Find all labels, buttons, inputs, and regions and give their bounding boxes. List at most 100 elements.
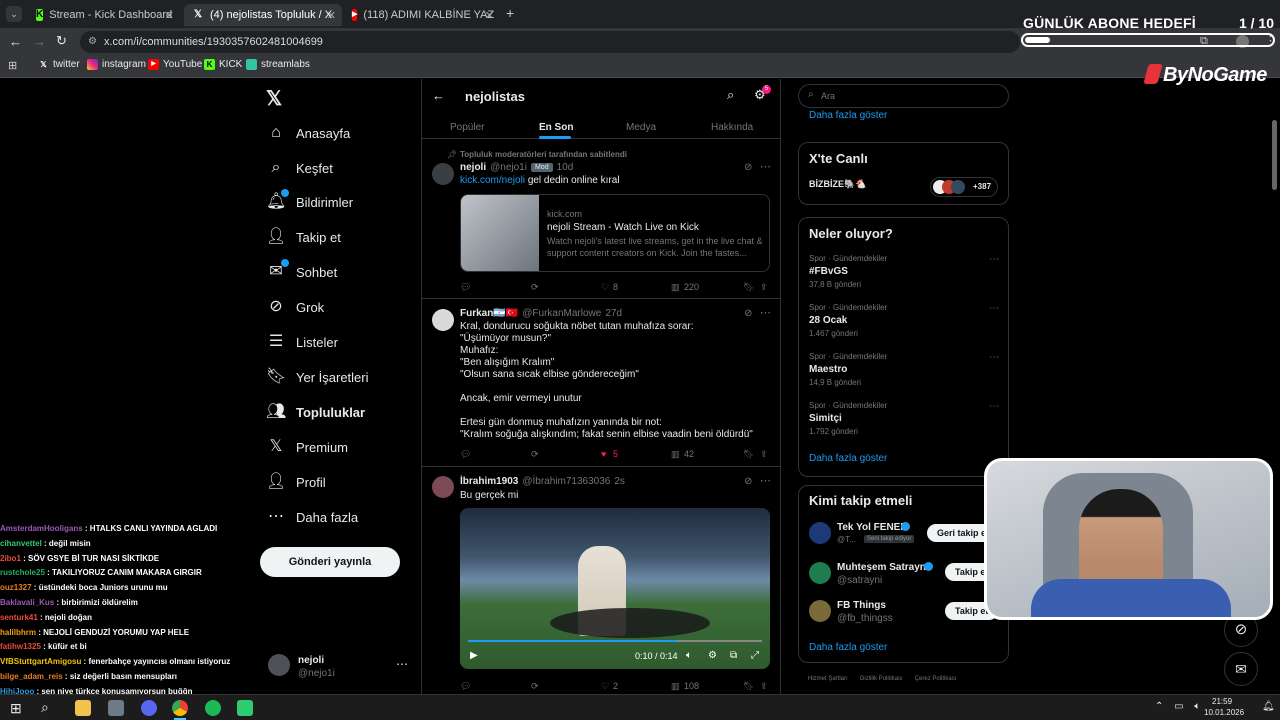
search-input[interactable]: ⌕ Ara	[798, 84, 1009, 108]
tab-list-button[interactable]: ⌄	[6, 6, 22, 22]
reply-icon[interactable]: 💬︎	[460, 282, 471, 293]
spotify-icon[interactable]	[205, 700, 221, 716]
retweet-icon[interactable]: ⟳	[531, 681, 539, 692]
trend-item[interactable]: Spor · Gündemdekiler Maestro 14,9 B gönd…	[809, 352, 999, 392]
share-icon[interactable]: ⇪	[760, 681, 768, 692]
tweet[interactable]: İbrahim1903 @İbrahim71363036 2s ⊘ ⋯ Bu g…	[422, 467, 780, 694]
chat-username[interactable]: fatihw1325	[0, 642, 41, 651]
live-space-name[interactable]: BİZBİZE🐘🐔	[809, 179, 866, 190]
bookmark-icon[interactable]: 🔖︎	[743, 681, 754, 692]
page-scrollbar[interactable]	[1272, 120, 1277, 190]
new-tab-button[interactable]: +	[506, 5, 514, 21]
chrome-icon[interactable]	[172, 700, 188, 716]
trend-item[interactable]: Spor · Gündemdekiler 28 Ocak 1.467 gönde…	[809, 303, 999, 343]
bookmark-streamlabs[interactable]: streamlabs	[246, 59, 310, 70]
share-icon[interactable]: ⇪	[760, 282, 768, 293]
like-icon[interactable]: ♡	[601, 681, 609, 692]
reply-icon[interactable]: 💬︎	[460, 681, 471, 692]
tab-media[interactable]: Medya	[626, 122, 656, 133]
address-bar[interactable]: ⚙ x.com/i/communities/193035760248100469…	[80, 31, 1020, 53]
retweet-icon[interactable]: ⟳	[531, 449, 539, 460]
chat-username[interactable]: rustchole25	[0, 568, 45, 577]
apps-icon[interactable]: ⊞	[8, 59, 17, 72]
author-name[interactable]: nejoli	[460, 162, 486, 173]
tweet-time[interactable]: 10d	[557, 162, 574, 173]
play-icon[interactable]: ▶	[470, 650, 478, 661]
grok-icon[interactable]: ⊘	[744, 308, 752, 319]
post-button[interactable]: Gönderi yayınla	[260, 547, 400, 577]
video-progress-bar[interactable]	[468, 640, 762, 642]
retweet-icon[interactable]: ⟳	[531, 282, 539, 293]
back-arrow-icon[interactable]: ←	[9, 34, 22, 49]
nav-notifications[interactable]: 🔔︎ Bildirimler	[266, 189, 353, 214]
nav-messages[interactable]: ✉ Sohbet	[266, 259, 337, 284]
chat-username[interactable]: senturk41	[0, 613, 38, 622]
views-icon[interactable]: ▥	[671, 282, 680, 293]
bookmark-twitter[interactable]: 𝕏 twitter	[38, 59, 79, 70]
link-card[interactable]: kick.com nejoli Stream - Watch Live on K…	[460, 194, 770, 272]
account-more-icon[interactable]: ⋯	[396, 657, 408, 671]
avatar[interactable]	[809, 522, 831, 544]
chat-username[interactable]: Baklavali_Kus	[0, 598, 54, 607]
author-name[interactable]: Furkan🇦🇷🇹🇷	[460, 308, 518, 319]
live-listeners-pill[interactable]: +387	[930, 177, 998, 197]
notification-bell-icon[interactable]: 🔔︎	[1262, 701, 1275, 712]
avatar[interactable]	[432, 309, 454, 331]
bookmark-instagram[interactable]: instagram	[87, 59, 146, 70]
search-icon[interactable]: ⌕	[727, 87, 734, 103]
author-handle[interactable]: @nejo1i	[490, 162, 527, 173]
nav-more[interactable]: ⋯ Daha fazla	[266, 505, 358, 529]
tab-latest[interactable]: En Son	[539, 122, 573, 133]
chat-username[interactable]: 2ibo1	[0, 554, 21, 563]
file-explorer-icon[interactable]	[75, 700, 91, 716]
share-icon[interactable]: ⇪	[760, 449, 768, 460]
site-info-icon[interactable]: ⚙	[88, 31, 97, 53]
show-more-link[interactable]: Daha fazla göster	[809, 110, 887, 121]
video-settings-icon[interactable]: ⚙	[708, 650, 717, 661]
account-switcher[interactable]: nejoli @nejo1i ⋯	[266, 652, 411, 682]
avatar[interactable]	[809, 562, 831, 584]
tweet-more-icon[interactable]: ⋯	[760, 306, 771, 319]
like-icon[interactable]: ♡	[601, 282, 609, 293]
bookmark-icon[interactable]: 🔖︎	[743, 282, 754, 293]
close-tab-icon[interactable]: ✕	[165, 9, 174, 22]
tweet-time[interactable]: 2s	[614, 476, 625, 487]
trend-more-icon[interactable]: ⋯	[989, 254, 999, 265]
nav-profile[interactable]: 👤︎ Profil	[266, 470, 326, 494]
video-player[interactable]: ▶ 0:10 / 0:14 🔈︎ ⚙ ⧉ ⤢	[460, 508, 770, 669]
author-name[interactable]: İbrahim1903	[460, 476, 518, 487]
chat-username[interactable]: cihanvettel	[0, 539, 42, 548]
browser-tab-youtube[interactable]: ▶ (118) ADIMI KALBİNE YAZ ✕	[344, 4, 500, 26]
reload-icon[interactable]: ↻	[56, 33, 67, 49]
bookmark-kick[interactable]: K KICK	[204, 59, 242, 70]
tweet-more-icon[interactable]: ⋯	[760, 474, 771, 487]
tweet-pinned[interactable]: 📌︎ Topluluk moderatörleri tarafından sab…	[422, 149, 780, 299]
nav-communities[interactable]: 👥︎ Topluluklar	[266, 400, 365, 424]
footer-link[interactable]: Gizlilik Politikası	[860, 676, 903, 682]
avatar[interactable]	[432, 163, 454, 185]
liked-heart-icon[interactable]: ♥	[601, 449, 606, 459]
author-handle[interactable]: @FurkanMarlowe	[522, 308, 601, 319]
bookmark-youtube[interactable]: ▶ YouTube	[148, 59, 202, 70]
search-icon[interactable]: ⌕	[41, 699, 49, 716]
clock-time[interactable]: 21:59	[1212, 697, 1232, 706]
nav-grok[interactable]: ⊘ Grok	[266, 295, 324, 319]
fullscreen-icon[interactable]: ⤢	[751, 650, 759, 661]
nav-home[interactable]: ⌂ Anasayfa	[266, 121, 350, 145]
browser-tab-x[interactable]: 𝕏 (4) nejolistas Topluluk / X ✕	[184, 4, 342, 26]
volume-icon[interactable]: 🔈︎	[686, 650, 692, 661]
chat-username[interactable]: VfBStuttgartAmigosu	[0, 657, 81, 666]
nav-premium[interactable]: 𝕏 Premium	[266, 435, 348, 459]
tweet-link[interactable]: kick.com/nejoli	[460, 175, 525, 186]
x-logo-icon[interactable]: 𝕏	[266, 86, 282, 111]
close-tab-icon[interactable]: ✕	[327, 9, 336, 22]
author-handle[interactable]: @İbrahim71363036	[522, 476, 610, 487]
show-more-link[interactable]: Daha fazla göster	[809, 642, 887, 653]
footer-link[interactable]: Çerez Politikası	[915, 676, 957, 682]
avatar[interactable]	[432, 476, 454, 498]
show-more-link[interactable]: Daha fazla göster	[809, 453, 887, 464]
avatar[interactable]	[809, 600, 831, 622]
browser-tab-kick[interactable]: K Stream - Kick Dashboard ✕	[28, 4, 180, 26]
tweet-more-icon[interactable]: ⋯	[760, 160, 771, 173]
chat-username[interactable]: bilge_adam_reis	[0, 672, 63, 681]
